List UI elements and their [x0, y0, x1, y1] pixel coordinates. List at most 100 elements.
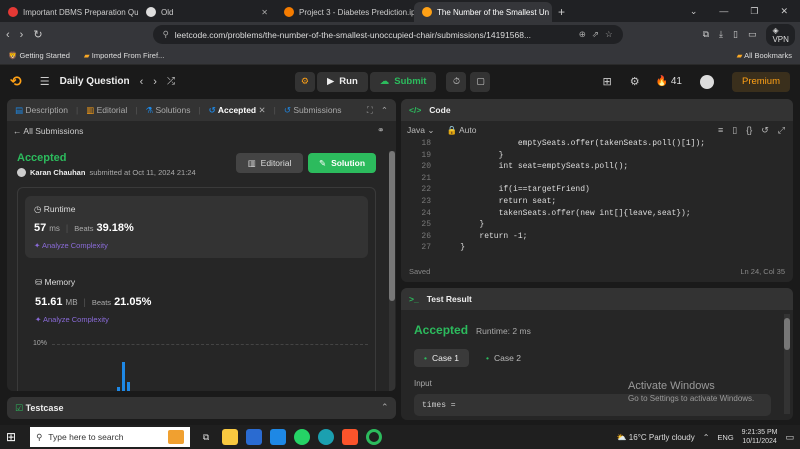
code-line[interactable]: 18 emptySeats.offer(takenSeats.poll()[1]…: [401, 139, 793, 150]
url-bar[interactable]: ⚲ leetcode.com/problems/the-number-of-th…: [152, 25, 623, 44]
tab-submissions[interactable]: ↺ Submissions: [284, 105, 342, 116]
author-name[interactable]: Karan Chauhan: [30, 168, 85, 177]
code-line[interactable]: 27 }: [401, 243, 793, 254]
run-button[interactable]: ▶ Run: [316, 71, 368, 92]
timer-icon[interactable]: ⏱: [446, 71, 467, 92]
bookmark-all[interactable]: ▰ All Bookmarks: [737, 51, 792, 60]
browser-tab-dbms[interactable]: Important DBMS Preparation Quest ✕: [0, 2, 138, 22]
minimize-icon[interactable]: —: [719, 6, 728, 17]
debug-button[interactable]: ⚙: [294, 71, 315, 92]
vpn-button[interactable]: ◈ VPN: [766, 23, 795, 46]
tab-search-icon[interactable]: ⌄: [690, 6, 698, 17]
streak-counter[interactable]: 🔥 41: [656, 76, 682, 87]
forward-icon[interactable]: ›: [20, 29, 24, 41]
left-scrollbar-thumb[interactable]: [389, 151, 395, 301]
problem-list-icon[interactable]: ☰: [40, 75, 50, 88]
braces-icon[interactable]: {}: [746, 125, 752, 136]
daily-question-label[interactable]: Daily Question: [60, 76, 130, 87]
mode-select[interactable]: 🔒 Auto: [446, 125, 476, 136]
weather-widget[interactable]: ⛅ 16°C Partly cloudy: [617, 433, 695, 442]
task-view-icon[interactable]: ⧉: [198, 429, 214, 445]
close-window-icon[interactable]: ✕: [780, 6, 788, 17]
next-problem-icon[interactable]: ›: [153, 76, 157, 88]
histogram-bar[interactable]: [127, 382, 130, 391]
code-line[interactable]: 22 if(i==targetFriend): [401, 185, 793, 196]
code-line[interactable]: 25 }: [401, 220, 793, 231]
notification-icon[interactable]: ▭: [785, 432, 794, 443]
code-line[interactable]: 26 return -1;: [401, 232, 793, 243]
tab-description[interactable]: ▤ Description: [15, 105, 68, 116]
submit-button[interactable]: ☁ Submit: [369, 71, 437, 92]
fullscreen-icon[interactable]: ⤢: [778, 125, 785, 136]
download-icon[interactable]: ⤓: [719, 29, 723, 40]
share-icon[interactable]: ⇗: [592, 29, 599, 40]
tab-close-icon[interactable]: ✕: [259, 105, 266, 115]
extensions-icon[interactable]: ⧉: [703, 29, 709, 40]
whatsapp-icon[interactable]: [294, 429, 311, 445]
expand-icon[interactable]: ⛶: [367, 105, 373, 116]
editorial-button[interactable]: ▥ Editorial: [236, 153, 303, 173]
runtime-analyze-link[interactable]: ✦ Analyze Complexity: [34, 241, 108, 250]
edge-icon[interactable]: [318, 429, 335, 445]
format-icon[interactable]: ≡: [718, 125, 723, 136]
shuffle-icon[interactable]: ⤮: [167, 76, 175, 87]
premium-button[interactable]: Premium: [731, 71, 790, 92]
bookmark-star-icon[interactable]: ☆: [605, 29, 613, 40]
bookmark-icon[interactable]: ▯: [732, 125, 737, 136]
right-scrollbar-thumb[interactable]: [784, 318, 790, 350]
clock[interactable]: 9:21:35 PM 10/11/2024: [742, 428, 778, 446]
link-icon[interactable]: ⚭: [377, 125, 385, 136]
layout-icon[interactable]: ⊞: [603, 75, 612, 88]
file-explorer-icon[interactable]: [222, 429, 239, 445]
code-line[interactable]: 21: [401, 174, 793, 185]
taskbar-search[interactable]: ⚲ Type here to search: [30, 427, 191, 447]
histogram-bar[interactable]: [122, 362, 125, 391]
browser-tab-project[interactable]: Project 3 - Diabetes Prediction.ipynb ✕: [276, 2, 414, 22]
maximize-icon[interactable]: ❐: [750, 6, 758, 17]
site-info-icon[interactable]: ⚲: [163, 29, 169, 40]
reload-icon[interactable]: ↻: [33, 28, 42, 41]
bookmark-getting-started[interactable]: 🦁 Getting Started: [8, 51, 70, 60]
leetcode-logo-icon[interactable]: ⟲: [10, 73, 22, 90]
code-editor[interactable]: 18 emptySeats.offer(takenSeats.poll()[1]…: [401, 139, 793, 265]
reset-icon[interactable]: ↺: [761, 125, 769, 136]
testcase-bar[interactable]: ☑ Testcase ⌃: [7, 397, 396, 419]
wallet-icon[interactable]: ▭: [748, 29, 757, 40]
code-line[interactable]: 24 takenSeats.offer(new int[]{leave,seat…: [401, 209, 793, 220]
case-1-tab[interactable]: • Case 1: [414, 349, 469, 367]
sidebar-icon[interactable]: ▯: [733, 29, 738, 40]
tab-close-icon[interactable]: ✕: [261, 8, 268, 17]
browser-tab-leetcode[interactable]: The Number of the Smallest Un ✕: [414, 2, 552, 22]
chrome-icon[interactable]: [366, 429, 383, 445]
collapse-icon[interactable]: ⌃: [381, 105, 388, 116]
tab-editorial[interactable]: ▥ Editorial: [86, 105, 127, 116]
tab-accepted[interactable]: ↺ Accepted ✕: [209, 105, 266, 116]
solution-button[interactable]: ✎ Solution: [308, 153, 376, 173]
back-icon[interactable]: ‹: [6, 29, 10, 41]
settings-gear-icon[interactable]: ⚙: [630, 75, 640, 88]
prev-problem-icon[interactable]: ‹: [140, 76, 144, 88]
language-select[interactable]: Java ⌄: [407, 125, 434, 136]
tray-arrow-icon[interactable]: ⌃: [703, 433, 710, 442]
runtime-card[interactable]: ◷ Runtime 57 ms | Beats 39.18% ✦ Analyze…: [25, 196, 368, 258]
browser-tab-old[interactable]: Old ✕: [138, 2, 276, 22]
bookmark-imported[interactable]: ▰ Imported From Firef...: [84, 51, 164, 60]
all-submissions-link[interactable]: ← All Submissions: [13, 126, 83, 136]
windows-start-icon[interactable]: ⊞: [6, 430, 16, 444]
notes-icon[interactable]: ▢: [470, 71, 491, 92]
tab-solutions[interactable]: ⚗ Solutions: [146, 105, 191, 116]
avatar[interactable]: [699, 74, 714, 89]
store-icon[interactable]: [246, 429, 263, 445]
language-indicator[interactable]: ENG: [717, 433, 733, 442]
case-2-tab[interactable]: • Case 2: [476, 349, 531, 367]
code-line[interactable]: 19 }: [401, 151, 793, 162]
memory-analyze-link[interactable]: ✦ Analyze Complexity: [35, 315, 109, 324]
mail-icon[interactable]: [270, 429, 287, 445]
brave-icon[interactable]: [342, 429, 359, 445]
histogram-bar[interactable]: [117, 387, 120, 391]
window-controls[interactable]: ⌄ — ❐ ✕: [690, 6, 800, 22]
zoom-icon[interactable]: ⊕: [579, 29, 586, 40]
expand-testcase-icon[interactable]: ⌃: [381, 402, 389, 413]
url-text[interactable]: leetcode.com/problems/the-number-of-the-…: [175, 30, 573, 40]
new-tab-icon[interactable]: +: [558, 5, 565, 19]
